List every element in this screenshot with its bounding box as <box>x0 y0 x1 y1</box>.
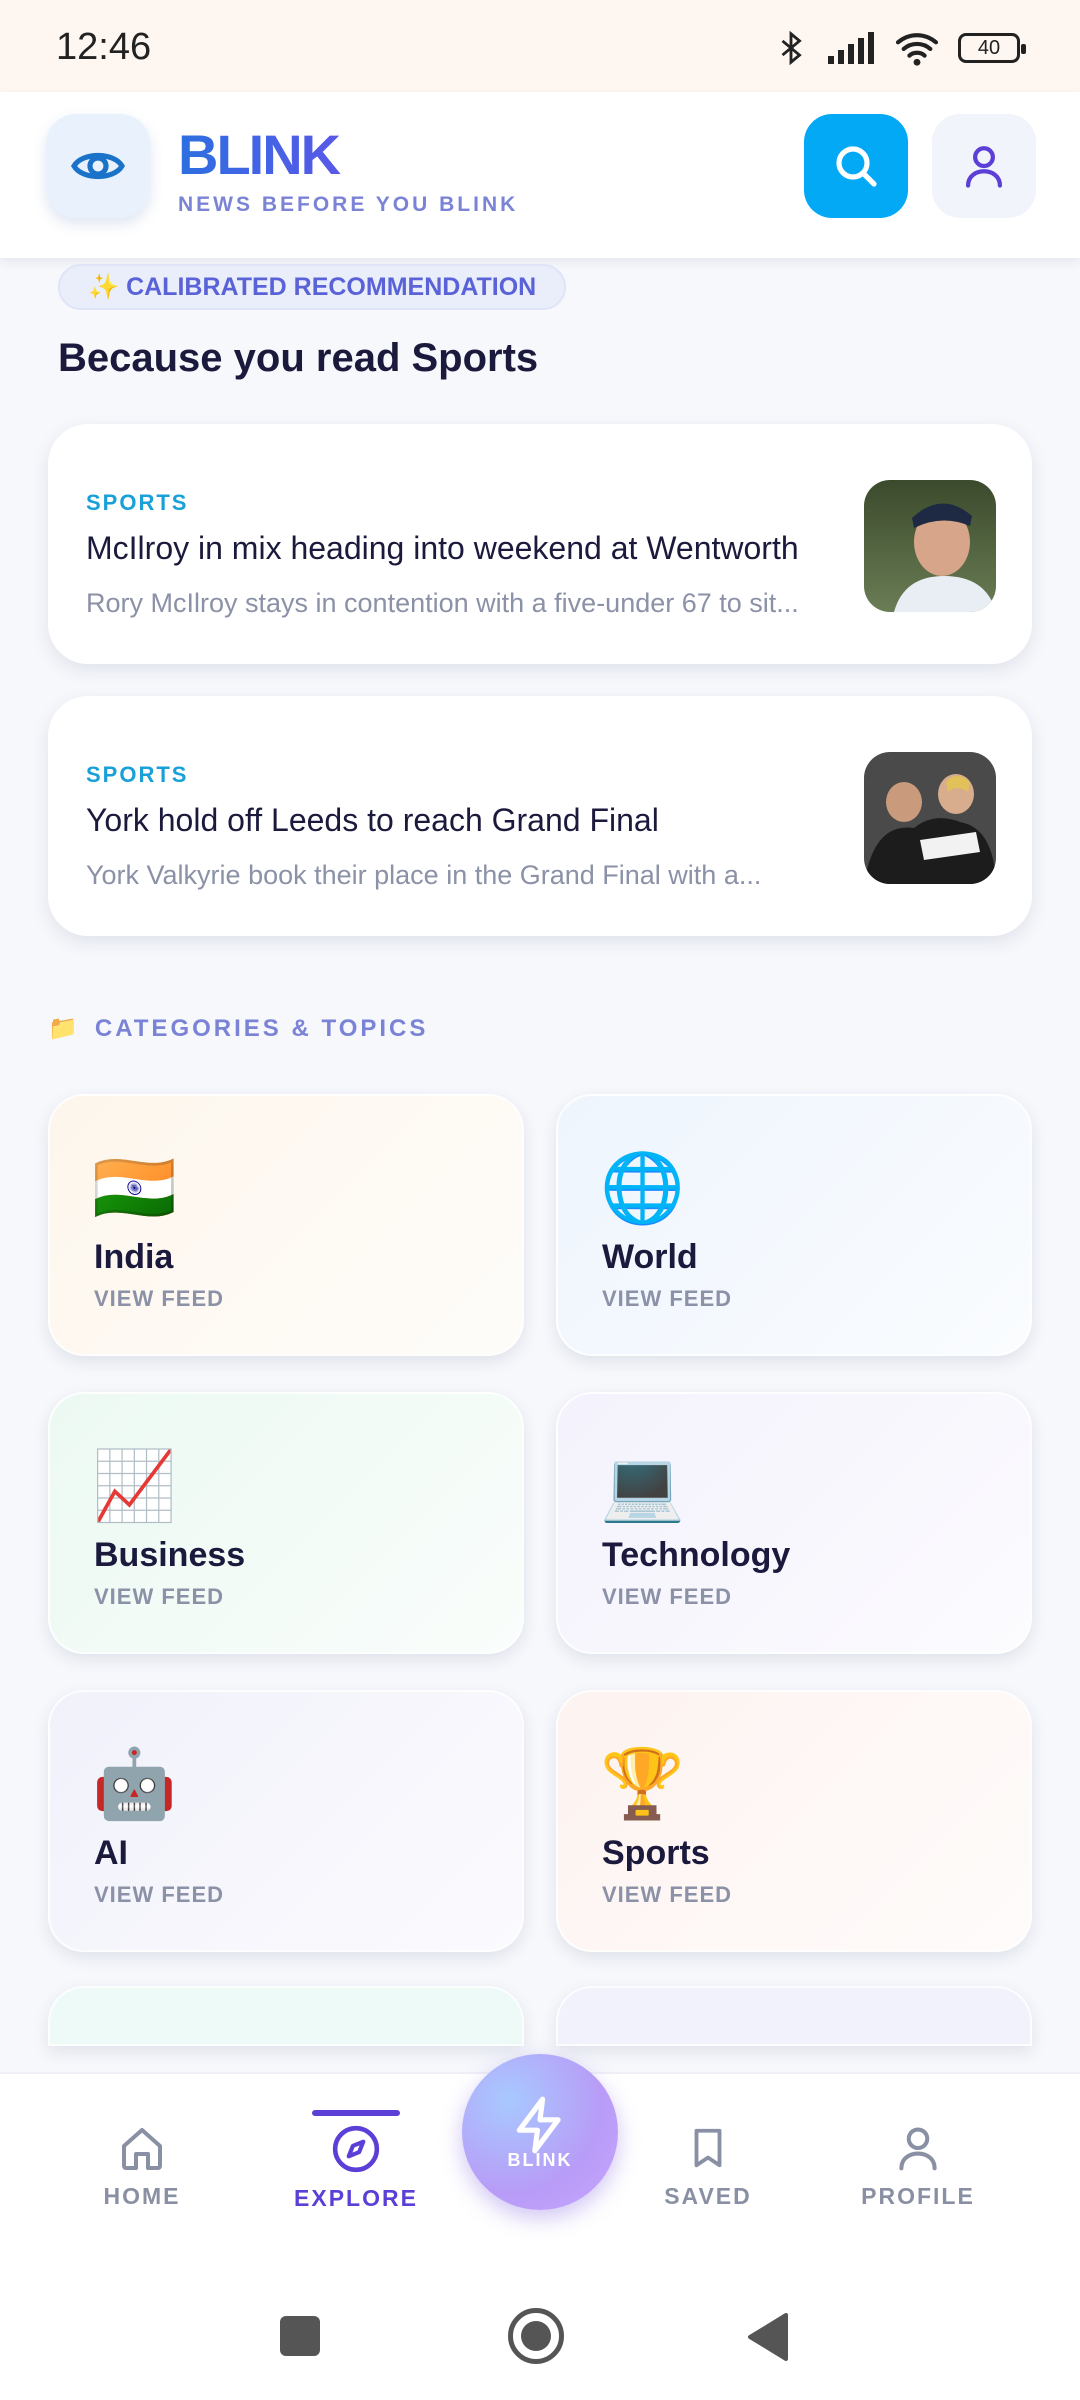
nav-explore[interactable]: EXPLORE <box>276 2124 436 2212</box>
bookmark-icon <box>694 2128 722 2168</box>
user-icon <box>965 146 1003 188</box>
news-category: SPORTS <box>86 762 189 787</box>
system-nav-bar <box>0 2272 1080 2400</box>
topic-icon: 🇮🇳 <box>92 1150 177 1226</box>
nav-saved[interactable]: SAVED <box>628 2124 788 2210</box>
topic-card-business[interactable]: 📈 Business VIEW FEED <box>48 1392 524 1654</box>
topic-icon: 🌐 <box>600 1150 685 1226</box>
news-summary: Rory McIlroy stays in contention with a … <box>86 588 799 618</box>
brand: BLINK NEWS BEFORE YOU BLINK <box>178 122 518 217</box>
view-feed-label: VIEW FEED <box>602 1584 733 1609</box>
recommendation-badge: ✨ CALIBRATED RECOMMENDATION <box>58 264 567 310</box>
status-icons: 40 <box>774 28 1026 68</box>
nav-saved-label: SAVED <box>664 2183 752 2209</box>
nav-home[interactable]: HOME <box>62 2124 222 2210</box>
battery-icon: 40 <box>958 33 1026 63</box>
home-system-button[interactable] <box>508 2308 564 2364</box>
topic-name: AI <box>94 1834 128 1872</box>
topic-card-sports[interactable]: 🏆 Sports VIEW FEED <box>556 1690 1032 1952</box>
topic-name: India <box>94 1238 174 1276</box>
topic-card-technology[interactable]: 💻 Technology VIEW FEED <box>556 1392 1032 1654</box>
news-category: SPORTS <box>86 490 189 515</box>
search-icon <box>836 146 877 187</box>
app-tagline: NEWS BEFORE YOU BLINK <box>178 193 519 216</box>
recent-apps-button[interactable] <box>280 2316 320 2356</box>
topic-icon: 🏆 <box>600 1746 685 1822</box>
topic-card-partial[interactable] <box>556 1986 1032 2046</box>
blink-fab-label: BLINK <box>507 2149 573 2170</box>
news-headline: York hold off Leeds to reach Grand Final <box>86 802 659 838</box>
news-card[interactable]: SPORTS McIlroy in mix heading into weeke… <box>48 424 1032 664</box>
news-headline: McIlroy in mix heading into weekend at W… <box>86 530 799 566</box>
bluetooth-icon <box>781 30 802 66</box>
section-title: Because you read Sports <box>58 336 539 380</box>
topic-card-partial[interactable] <box>48 1986 524 2046</box>
user-icon <box>899 2127 937 2171</box>
lightning-icon <box>516 2096 561 2153</box>
news-thumbnail <box>864 752 996 884</box>
topic-name: Business <box>94 1536 246 1574</box>
categories-header: 📁 CATEGORIES & TOPICS <box>48 1014 428 1043</box>
eye-icon <box>71 153 125 179</box>
signal-icon <box>828 32 874 64</box>
search-button[interactable] <box>804 114 908 218</box>
app-header: BLINK NEWS BEFORE YOU BLINK <box>0 92 1080 258</box>
topic-name: Sports <box>602 1834 710 1872</box>
nav-profile[interactable]: PROFILE <box>838 2124 998 2210</box>
nav-home-label: HOME <box>103 2183 181 2209</box>
categories-title: CATEGORIES & TOPICS <box>94 1014 429 1042</box>
profile-button[interactable] <box>932 114 1036 218</box>
view-feed-label: VIEW FEED <box>94 1584 225 1609</box>
topic-card-ai[interactable]: 🤖 AI VIEW FEED <box>48 1690 524 1952</box>
view-feed-label: VIEW FEED <box>94 1286 225 1311</box>
news-summary: York Valkyrie book their place in the Gr… <box>86 860 762 890</box>
wifi-icon <box>895 33 939 66</box>
app-name: BLINK <box>178 122 518 187</box>
active-tab-indicator <box>312 2110 400 2116</box>
status-time: 12:46 <box>56 26 152 68</box>
status-bar: 12:46 40 <box>0 0 1080 92</box>
nav-profile-label: PROFILE <box>861 2183 975 2209</box>
view-feed-label: VIEW FEED <box>602 1286 733 1311</box>
news-card[interactable]: SPORTS York hold off Leeds to reach Gran… <box>48 696 1032 936</box>
topic-name: World <box>602 1238 698 1276</box>
news-thumbnail <box>864 480 996 612</box>
topic-icon: 💻 <box>600 1448 685 1524</box>
topic-card-india[interactable]: 🇮🇳 India VIEW FEED <box>48 1094 524 1356</box>
compass-icon <box>332 2125 380 2173</box>
logo-badge[interactable] <box>46 114 150 218</box>
view-feed-label: VIEW FEED <box>602 1882 733 1907</box>
topic-icon: 📈 <box>92 1448 177 1524</box>
blink-fab[interactable]: BLINK <box>462 2054 618 2210</box>
battery-level: 40 <box>977 36 1001 59</box>
topic-card-world[interactable]: 🌐 World VIEW FEED <box>556 1094 1032 1356</box>
home-icon <box>122 2128 162 2170</box>
view-feed-label: VIEW FEED <box>94 1882 225 1907</box>
nav-explore-label: EXPLORE <box>294 2185 418 2211</box>
topic-name: Technology <box>602 1536 791 1574</box>
topic-icon: 🤖 <box>92 1746 177 1822</box>
back-button[interactable] <box>746 2312 790 2362</box>
folder-icon: 📁 <box>48 1015 81 1042</box>
